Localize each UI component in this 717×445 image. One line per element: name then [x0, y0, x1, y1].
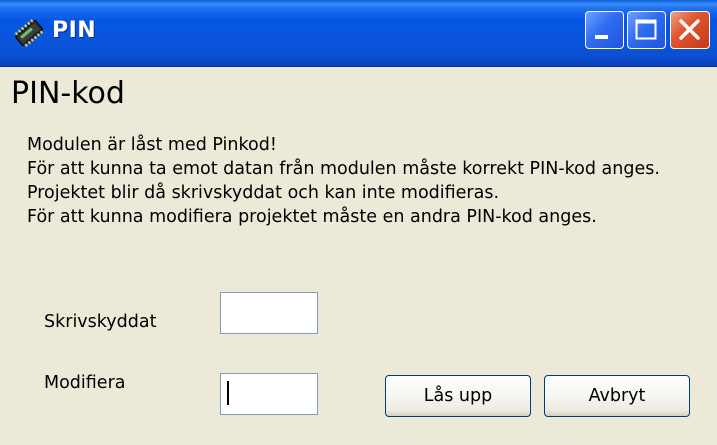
cancel-button[interactable]: Avbryt [544, 375, 690, 417]
close-button[interactable] [670, 11, 710, 49]
dialog-heading: PIN-kod [11, 76, 125, 111]
message-line: För att kunna modifiera projektet måste … [27, 207, 597, 227]
modify-label: Modifiera [44, 373, 126, 393]
modify-pin-input[interactable] [220, 373, 318, 415]
message-line: För att kunna ta emot datan från modulen… [27, 159, 660, 179]
write-protected-pin-input[interactable] [220, 292, 318, 334]
close-icon [679, 19, 700, 40]
window-title: PIN [52, 18, 97, 43]
message-line: Modulen är låst med Pinkod! [27, 135, 277, 155]
pin-dialog-window: PIN PIN-kod Modulen är låst med Pinkod! … [0, 0, 717, 445]
unlock-button[interactable]: Lås upp [385, 375, 531, 417]
chip-icon [14, 19, 44, 47]
minimize-button[interactable] [585, 11, 624, 49]
text-caret [227, 381, 229, 405]
title-bar[interactable]: PIN [0, 0, 717, 67]
write-protected-label: Skrivskyddat [44, 312, 157, 332]
maximize-icon [635, 19, 657, 40]
maximize-button[interactable] [627, 11, 666, 49]
message-line: Projektet blir då skrivskyddat och kan i… [27, 183, 500, 203]
dialog-message: Modulen är låst med Pinkod! För att kunn… [27, 133, 660, 229]
minimize-icon [595, 35, 608, 39]
